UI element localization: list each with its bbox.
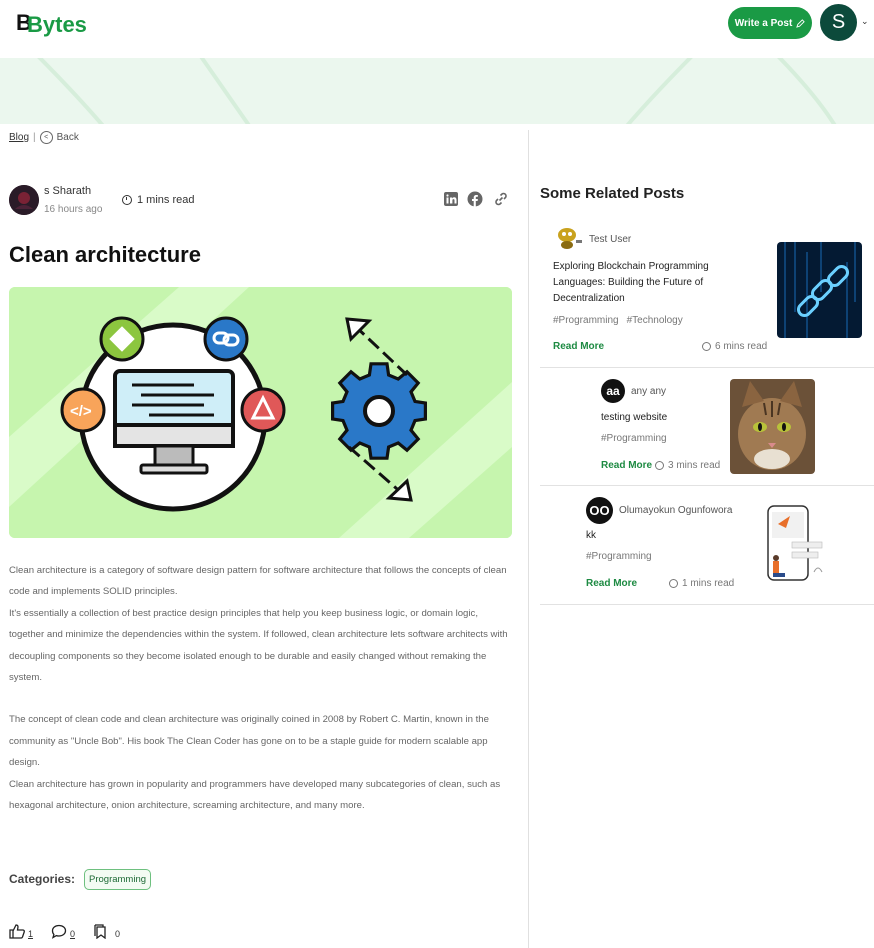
- post-paragraph: Clean architecture is a category of soft…: [9, 565, 507, 598]
- read-time-label: 1 mins read: [137, 194, 195, 206]
- back-arrow-icon[interactable]: <: [39, 131, 53, 144]
- breadcrumb-blog-link[interactable]: Blog: [9, 132, 29, 143]
- related-author-name: Test User: [589, 233, 632, 245]
- related-thumbnail[interactable]: [777, 242, 862, 338]
- related-tags: #Programming #Technology: [553, 315, 683, 326]
- link-icon[interactable]: [493, 191, 509, 207]
- category-chip[interactable]: Programming: [84, 869, 152, 890]
- pencil-icon: [796, 18, 806, 28]
- tag[interactable]: #Programming: [601, 433, 667, 444]
- related-author-name: Olumayokun Ogunfowora: [619, 505, 733, 516]
- comment-count: 0: [70, 929, 76, 939]
- related-read-time: 3 mins read: [655, 460, 720, 471]
- chevron-down-icon[interactable]: ⌄: [861, 16, 869, 27]
- svg-text:</>: </>: [70, 403, 92, 420]
- related-heading: Some Related Posts: [540, 185, 685, 202]
- related-thumbnail[interactable]: [762, 502, 832, 584]
- related-author[interactable]: Test User: [555, 226, 631, 252]
- breadcrumb: Blog | < Back: [9, 131, 79, 144]
- post-title: Clean architecture: [9, 242, 201, 267]
- related-title[interactable]: Exploring Blockchain Programming Languag…: [553, 259, 753, 307]
- site-logo[interactable]: B Bytes: [16, 8, 86, 38]
- logo-text: Bytes: [27, 12, 86, 37]
- tag[interactable]: #Programming: [553, 315, 619, 326]
- author-name[interactable]: s Sharath: [44, 185, 91, 197]
- post-hero-image: </>: [9, 287, 512, 538]
- post-paragraph: Clean architecture has grown in populari…: [9, 778, 501, 812]
- avatar-letter: S: [831, 11, 846, 33]
- clock-icon: [122, 195, 132, 205]
- post-paragraph: [9, 688, 509, 709]
- read-more-link[interactable]: Read More: [553, 341, 604, 352]
- tag[interactable]: #Programming: [586, 551, 652, 562]
- user-avatar[interactable]: S: [820, 4, 857, 41]
- read-more-link[interactable]: Read More: [601, 460, 652, 471]
- author-avatar[interactable]: [9, 185, 39, 215]
- facebook-icon[interactable]: [467, 191, 483, 207]
- related-post-card[interactable]: aa any any testing website #Programming …: [540, 368, 874, 486]
- write-post-label: Write a Post: [734, 17, 793, 29]
- post-body: Clean architecture is a category of soft…: [9, 560, 509, 816]
- related-tags: #Programming: [586, 551, 652, 562]
- categories-label: Categories:: [9, 872, 76, 886]
- post-paragraph: It's essentially a collection of best pr…: [9, 607, 508, 684]
- like-button[interactable]: 1: [9, 924, 33, 939]
- related-tags: #Programming: [601, 433, 667, 444]
- author-avatar: [558, 228, 582, 249]
- like-count: 1: [28, 929, 34, 939]
- related-author-name: any any: [631, 385, 667, 397]
- thumbs-up-icon: [9, 924, 25, 939]
- related-post-card[interactable]: Test User Exploring Blockchain Programmi…: [540, 216, 874, 368]
- logo-mark: B Bytes: [16, 10, 86, 37]
- comment-button[interactable]: 0: [51, 924, 75, 939]
- author-avatar: OO: [586, 497, 613, 524]
- hero-banner: [0, 58, 874, 124]
- related-author[interactable]: aa any any: [601, 379, 666, 403]
- related-thumbnail[interactable]: [730, 379, 815, 474]
- related-title[interactable]: testing website: [601, 410, 667, 426]
- linkedin-icon[interactable]: [443, 191, 459, 207]
- clock-icon: [702, 342, 711, 351]
- column-divider: [528, 130, 529, 948]
- bookmark-icon: [94, 924, 106, 939]
- write-post-button[interactable]: Write a Post: [728, 7, 812, 39]
- bookmark-count: 0: [115, 929, 121, 939]
- clock-icon: [669, 579, 678, 588]
- read-time: 1 mins read: [122, 194, 194, 206]
- post-paragraph: The concept of clean code and clean arch…: [9, 714, 489, 769]
- comment-icon: [51, 924, 67, 939]
- bookmark-button[interactable]: 0: [93, 924, 120, 939]
- back-link[interactable]: Back: [57, 132, 79, 143]
- related-read-time: 6 mins read: [702, 341, 767, 352]
- related-read-time: 1 mins read: [669, 578, 734, 589]
- related-title[interactable]: kk: [586, 528, 596, 544]
- author-avatar: aa: [601, 379, 625, 403]
- read-more-link[interactable]: Read More: [586, 578, 637, 589]
- related-author[interactable]: OO Olumayokun Ogunfowora: [586, 497, 732, 524]
- post-time: 16 hours ago: [44, 204, 103, 215]
- tag[interactable]: #Technology: [627, 315, 683, 326]
- clock-icon: [655, 461, 664, 470]
- related-post-card[interactable]: OO Olumayokun Ogunfowora kk #Programming…: [540, 486, 874, 605]
